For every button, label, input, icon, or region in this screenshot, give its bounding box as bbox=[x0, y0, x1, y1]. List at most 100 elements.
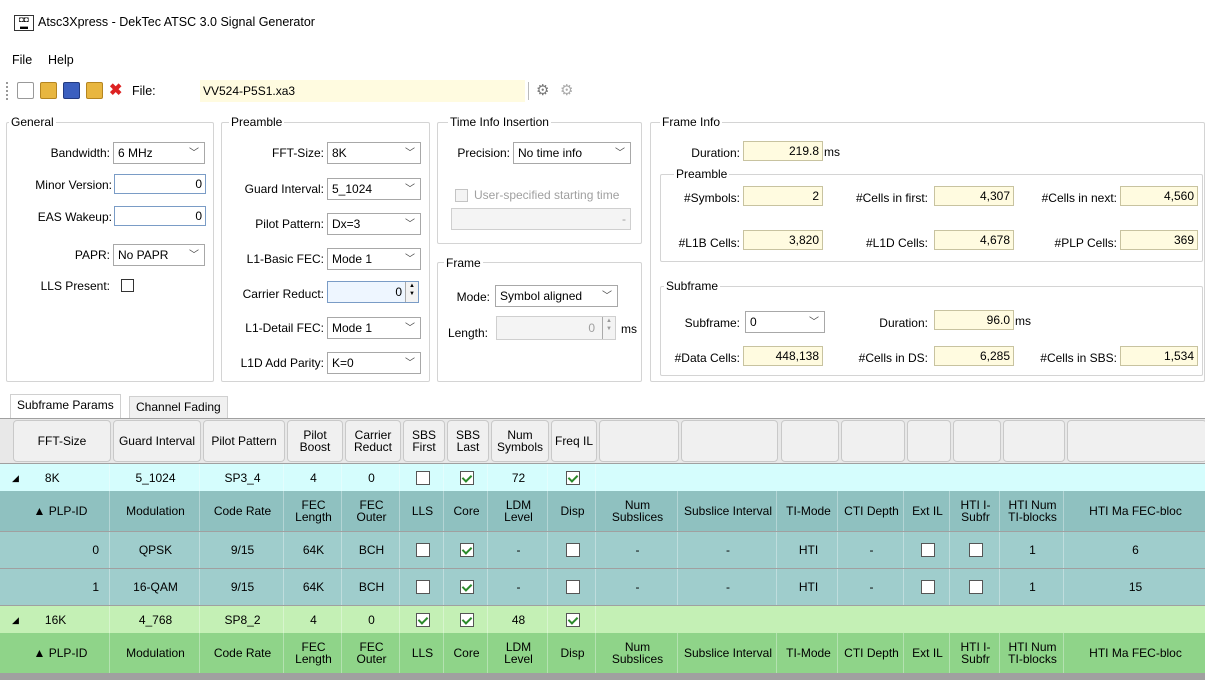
header-blank-12[interactable] bbox=[841, 420, 905, 462]
grid-checkbox[interactable] bbox=[415, 470, 430, 485]
l1d-add-parity-select[interactable]: K=0 ﹀ bbox=[327, 352, 421, 374]
pilot-pattern-cell[interactable]: SP3_4 bbox=[202, 464, 284, 491]
grid-checkbox[interactable] bbox=[565, 612, 580, 627]
menu-file[interactable]: File bbox=[12, 53, 32, 67]
subframe-select[interactable]: 0 ﹀ bbox=[745, 311, 825, 333]
export-folder-icon[interactable] bbox=[86, 82, 103, 99]
grid-checkbox[interactable] bbox=[415, 543, 430, 557]
papr-select[interactable]: No PAPR ﹀ bbox=[113, 244, 205, 266]
plp-header-9[interactable]: Num Subslices bbox=[598, 491, 678, 531]
carrier-reduct-cell[interactable]: 0 bbox=[344, 606, 400, 633]
plp-cell-3[interactable]: 64K bbox=[286, 532, 342, 568]
lls-present-checkbox[interactable] bbox=[121, 279, 134, 292]
plp-cell-13[interactable] bbox=[906, 569, 950, 605]
plp-cell-2[interactable]: 9/15 bbox=[202, 569, 284, 605]
num-symbols-cell[interactable]: 72 bbox=[490, 464, 548, 491]
frame-length-spinner[interactable]: 0 ▲ ▼ bbox=[496, 316, 616, 340]
plp-cell-8[interactable] bbox=[550, 532, 596, 568]
plp-header-10[interactable]: Subslice Interval bbox=[680, 491, 777, 531]
plp-header-3[interactable]: FEC Length bbox=[286, 491, 342, 531]
settings-gear-icon[interactable]: ⚙ bbox=[536, 81, 549, 99]
sbs-first-cell[interactable] bbox=[402, 464, 444, 491]
plp-cell-8[interactable] bbox=[550, 569, 596, 605]
plp-cell-16[interactable]: 15 bbox=[1066, 569, 1205, 605]
plp-cell-14[interactable] bbox=[952, 569, 1000, 605]
plp-header-13[interactable]: Ext IL bbox=[906, 633, 950, 673]
plp-header-11[interactable]: TI-Mode bbox=[780, 633, 838, 673]
plp-cell-5[interactable] bbox=[402, 569, 444, 605]
plp-header-6[interactable]: Core bbox=[446, 633, 488, 673]
plp-header-12[interactable]: CTI Depth bbox=[840, 491, 904, 531]
plp-header-1[interactable]: Modulation bbox=[112, 491, 200, 531]
grid-checkbox[interactable] bbox=[415, 612, 430, 627]
open-folder-icon[interactable] bbox=[40, 82, 57, 99]
plp-cell-10[interactable]: - bbox=[680, 569, 777, 605]
plp-header-2[interactable]: Code Rate bbox=[202, 491, 284, 531]
grid-checkbox[interactable] bbox=[920, 580, 935, 594]
guard-interval-cell[interactable]: 5_1024 bbox=[112, 464, 200, 491]
header-carrier-reduct[interactable]: Carrier Reduct bbox=[345, 420, 401, 462]
plp-cell-6[interactable] bbox=[446, 532, 488, 568]
tab-subframe-params[interactable]: Subframe Params bbox=[10, 394, 121, 419]
plp-cell-16[interactable]: 6 bbox=[1066, 532, 1205, 568]
plp-header-9[interactable]: Num Subslices bbox=[598, 633, 678, 673]
plp-header-15[interactable]: HTI Num TI-blocks bbox=[1002, 491, 1064, 531]
eas-wakeup-input[interactable]: 0 bbox=[114, 206, 206, 226]
frame-mode-select[interactable]: Symbol aligned ﹀ bbox=[495, 285, 618, 307]
fft-size-select[interactable]: 8K ﹀ bbox=[327, 142, 421, 164]
user-start-time-checkbox[interactable] bbox=[455, 189, 468, 202]
grid-checkbox[interactable] bbox=[459, 470, 474, 485]
plp-header-14[interactable]: HTI I-Subfr bbox=[952, 633, 1000, 673]
grid-checkbox[interactable] bbox=[459, 580, 474, 594]
plp-header-13[interactable]: Ext IL bbox=[906, 491, 950, 531]
plp-header-12[interactable]: CTI Depth bbox=[840, 633, 904, 673]
bandwidth-select[interactable]: 6 MHz ﹀ bbox=[113, 142, 205, 164]
subframe-fft-cell[interactable]: ◢ 8K bbox=[12, 464, 110, 491]
plp-cell-14[interactable] bbox=[952, 532, 1000, 568]
pilot-boost-cell[interactable]: 4 bbox=[286, 464, 342, 491]
plp-header-2[interactable]: Code Rate bbox=[202, 633, 284, 673]
plp-cell-13[interactable] bbox=[906, 532, 950, 568]
plp-cell-15[interactable]: 1 bbox=[1002, 569, 1064, 605]
plp-header-0[interactable]: ▲ PLP-ID bbox=[12, 633, 110, 673]
header-guard-interval[interactable]: Guard Interval bbox=[113, 420, 201, 462]
plp-header-1[interactable]: Modulation bbox=[112, 633, 200, 673]
plp-cell-11[interactable]: HTI bbox=[780, 569, 838, 605]
plp-header-10[interactable]: Subslice Interval bbox=[680, 633, 777, 673]
plp-cell-0[interactable]: 1 bbox=[12, 569, 110, 605]
plp-cell-12[interactable]: - bbox=[840, 532, 904, 568]
plp-cell-7[interactable]: - bbox=[490, 532, 548, 568]
header-blank-14[interactable] bbox=[953, 420, 1001, 462]
header-num-symbols[interactable]: Num Symbols bbox=[491, 420, 549, 462]
grid-checkbox[interactable] bbox=[565, 580, 580, 594]
header-blank-10[interactable] bbox=[681, 420, 778, 462]
precision-select[interactable]: No time info ﹀ bbox=[513, 142, 631, 164]
header-sbs-last[interactable]: SBS Last bbox=[447, 420, 489, 462]
spinner-arrows-icon[interactable]: ▲ ▼ bbox=[602, 317, 615, 339]
plp-header-8[interactable]: Disp bbox=[550, 491, 596, 531]
header-pilot-boost[interactable]: Pilot Boost bbox=[287, 420, 343, 462]
plp-header-16[interactable]: HTI Ma FEC-bloc bbox=[1066, 633, 1205, 673]
header-sbs-first[interactable]: SBS First bbox=[403, 420, 445, 462]
plp-cell-12[interactable]: - bbox=[840, 569, 904, 605]
plp-header-3[interactable]: FEC Length bbox=[286, 633, 342, 673]
pilot-pattern-select[interactable]: Dx=3 ﹀ bbox=[327, 213, 421, 235]
plp-cell-0[interactable]: 0 bbox=[12, 532, 110, 568]
plp-cell-3[interactable]: 64K bbox=[286, 569, 342, 605]
start-time-picker[interactable]: - bbox=[451, 208, 631, 230]
plp-header-7[interactable]: LDM Level bbox=[490, 491, 548, 531]
plp-cell-1[interactable]: 16-QAM bbox=[112, 569, 200, 605]
plp-header-4[interactable]: FEC Outer bbox=[344, 633, 400, 673]
spinner-arrows-icon[interactable]: ▲ ▼ bbox=[405, 282, 418, 302]
grid-checkbox[interactable] bbox=[968, 543, 983, 557]
carrier-reduct-spinner[interactable]: 0 ▲ ▼ bbox=[327, 281, 419, 303]
grid-checkbox[interactable] bbox=[565, 470, 580, 485]
plp-cell-11[interactable]: HTI bbox=[780, 532, 838, 568]
header-blank-11[interactable] bbox=[781, 420, 839, 462]
grid-checkbox[interactable] bbox=[565, 543, 580, 557]
plp-header-5[interactable]: LLS bbox=[402, 491, 444, 531]
collapse-triangle-icon[interactable]: ◢ bbox=[12, 472, 19, 484]
pilot-boost-cell[interactable]: 4 bbox=[286, 606, 342, 633]
plp-header-4[interactable]: FEC Outer bbox=[344, 491, 400, 531]
plp-header-6[interactable]: Core bbox=[446, 491, 488, 531]
